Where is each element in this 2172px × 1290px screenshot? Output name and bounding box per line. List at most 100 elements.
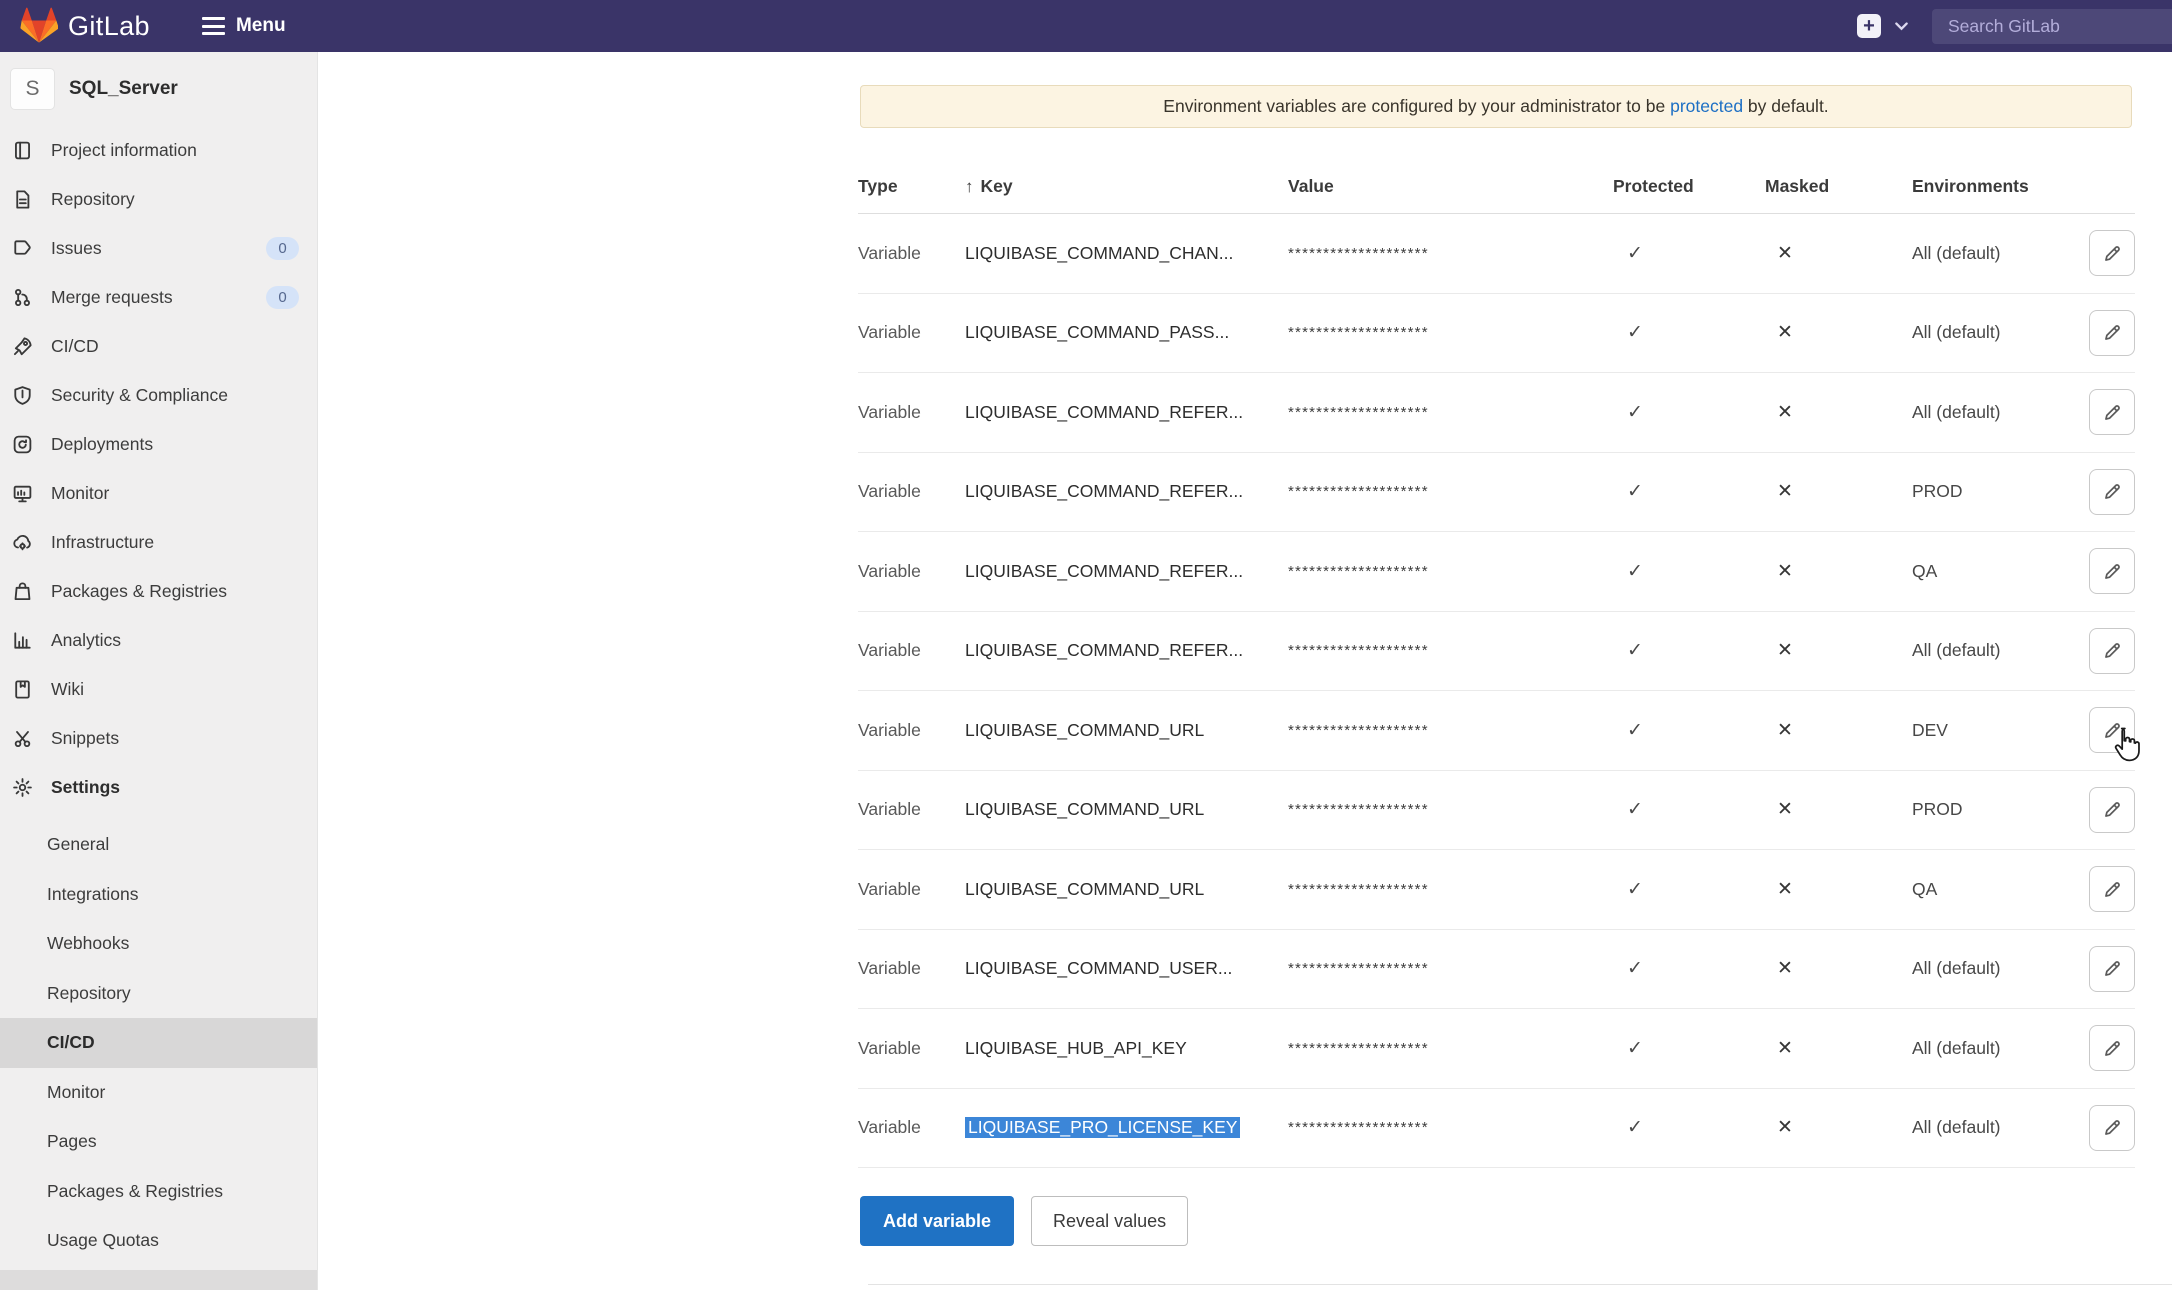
settings-subitem-general[interactable]: General (0, 820, 317, 870)
variable-masked-value: ******************** (1288, 1040, 1613, 1057)
column-header-key[interactable]: ↑Key (965, 176, 1288, 197)
masked-x-icon: ✕ (1765, 1038, 1793, 1059)
project-avatar: S (10, 68, 55, 110)
variable-environment: All (default) (1912, 322, 2077, 343)
reveal-values-button[interactable]: Reveal values (1031, 1196, 1188, 1246)
variable-type: Variable (858, 561, 965, 582)
sidebar-item-label: Issues (51, 238, 102, 259)
edit-variable-button[interactable] (2089, 389, 2135, 435)
project-sidebar: S SQL_Server Project information Reposito… (0, 52, 318, 1290)
security-compliance-icon (12, 385, 33, 406)
gitlab-logo-icon[interactable] (20, 7, 58, 45)
sidebar-item-label: Security & Compliance (51, 385, 228, 406)
protected-check-icon: ✓ (1613, 561, 1643, 582)
settings-subitem-pages[interactable]: Pages (0, 1117, 317, 1167)
hamburger-icon (202, 17, 225, 35)
settings-subitem-repository[interactable]: Repository (0, 969, 317, 1019)
protected-check-icon: ✓ (1613, 402, 1643, 423)
variable-key: LIQUIBASE_COMMAND_REFER... (965, 402, 1288, 423)
variable-masked-value: ******************** (1288, 960, 1613, 977)
edit-variable-button[interactable] (2089, 707, 2135, 753)
sidebar-item-label: CI/CD (51, 336, 99, 357)
sidebar-item-packages-registries[interactable]: Packages & Registries (0, 567, 317, 616)
variable-type: Variable (858, 481, 965, 502)
project-information-icon (12, 140, 33, 161)
variable-key: LIQUIBASE_COMMAND_REFER... (965, 561, 1288, 582)
variable-type: Variable (858, 1038, 965, 1059)
masked-x-icon: ✕ (1765, 879, 1793, 900)
variable-environment: All (default) (1912, 1117, 2077, 1138)
sidebar-item-label: Infrastructure (51, 532, 154, 553)
edit-variable-button[interactable] (2089, 310, 2135, 356)
sort-ascending-icon: ↑ (965, 177, 974, 196)
settings-subitem-webhooks[interactable]: Webhooks (0, 919, 317, 969)
sidebar-item-merge-requests[interactable]: Merge requests 0 (0, 273, 317, 322)
variable-type: Variable (858, 879, 965, 900)
variable-masked-value: ******************** (1288, 563, 1613, 580)
settings-subitem-ci-cd[interactable]: CI/CD (0, 1018, 317, 1068)
variable-key: LIQUIBASE_PRO_LICENSE_KEY (965, 1117, 1288, 1138)
variable-environment: All (default) (1912, 402, 2077, 423)
brand-wordmark: GitLab (68, 11, 150, 42)
settings-subitem-monitor[interactable]: Monitor (0, 1068, 317, 1118)
variable-environment: All (default) (1912, 243, 2077, 264)
sidebar-item-ci-cd[interactable]: CI/CD (0, 322, 317, 371)
protected-check-icon: ✓ (1613, 640, 1643, 661)
add-variable-button[interactable]: Add variable (860, 1196, 1014, 1246)
edit-variable-button[interactable] (2089, 548, 2135, 594)
sidebar-item-wiki[interactable]: Wiki (0, 665, 317, 714)
sidebar-item-repository[interactable]: Repository (0, 175, 317, 224)
sidebar-item-project-information[interactable]: Project information (0, 126, 317, 175)
protected-link[interactable]: protected (1670, 96, 1743, 117)
search-input[interactable] (1932, 9, 2172, 44)
variable-type: Variable (858, 799, 965, 820)
variable-masked-value: ******************** (1288, 404, 1613, 421)
settings-subitem-packages-registries[interactable]: Packages & Registries (0, 1167, 317, 1217)
sidebar-item-label: Project information (51, 140, 197, 161)
sidebar-item-settings[interactable]: Settings (0, 763, 317, 812)
table-header-row: Type ↑Key Value Protected Masked Environ… (858, 160, 2135, 214)
protected-check-icon: ✓ (1613, 322, 1643, 343)
sidebar-item-analytics[interactable]: Analytics (0, 616, 317, 665)
edit-variable-button[interactable] (2089, 946, 2135, 992)
table-row: VariableLIQUIBASE_COMMAND_URL***********… (858, 850, 2135, 930)
table-row: VariableLIQUIBASE_COMMAND_CHAN...*******… (858, 214, 2135, 294)
settings-subitem-integrations[interactable]: Integrations (0, 870, 317, 920)
sidebar-item-label: Merge requests (51, 287, 173, 308)
sidebar-item-security-compliance[interactable]: Security & Compliance (0, 371, 317, 420)
variable-environment: All (default) (1912, 1038, 2077, 1059)
new-item-plus-icon[interactable]: + (1857, 14, 1881, 38)
sidebar-item-deployments[interactable]: Deployments (0, 420, 317, 469)
edit-variable-button[interactable] (2089, 1025, 2135, 1071)
variable-key: LIQUIBASE_COMMAND_URL (965, 799, 1288, 820)
protected-check-icon: ✓ (1613, 799, 1643, 820)
project-header[interactable]: S SQL_Server (0, 52, 317, 126)
edit-variable-button[interactable] (2089, 1105, 2135, 1151)
edit-variable-button[interactable] (2089, 866, 2135, 912)
wiki-icon (12, 679, 33, 700)
edit-variable-button[interactable] (2089, 787, 2135, 833)
sidebar-item-snippets[interactable]: Snippets (0, 714, 317, 763)
project-name: SQL_Server (69, 78, 178, 100)
sidebar-item-infrastructure[interactable]: Infrastructure (0, 518, 317, 567)
sidebar-item-label: Packages & Registries (51, 581, 227, 602)
edit-variable-button[interactable] (2089, 230, 2135, 276)
count-badge: 0 (266, 286, 299, 309)
variable-masked-value: ******************** (1288, 881, 1613, 898)
edit-variable-button[interactable] (2089, 469, 2135, 515)
edit-variable-button[interactable] (2089, 628, 2135, 674)
variable-key: LIQUIBASE_COMMAND_URL (965, 879, 1288, 900)
sidebar-item-issues[interactable]: Issues0 (0, 224, 317, 273)
sidebar-item-monitor[interactable]: Monitor (0, 469, 317, 518)
chevron-down-icon[interactable] (1895, 22, 1908, 31)
settings-subitem-usage-quotas[interactable]: Usage Quotas (0, 1216, 317, 1266)
merge-requests-icon (12, 287, 33, 308)
table-row: VariableLIQUIBASE_COMMAND_URL***********… (858, 691, 2135, 771)
table-row: VariableLIQUIBASE_COMMAND_PASS...*******… (858, 294, 2135, 374)
masked-x-icon: ✕ (1765, 243, 1793, 264)
variable-environment: All (default) (1912, 640, 2077, 661)
sidebar-item-label: Deployments (51, 434, 153, 455)
table-row: VariableLIQUIBASE_COMMAND_REFER...******… (858, 453, 2135, 533)
menu-button[interactable]: Menu (202, 15, 286, 37)
masked-x-icon: ✕ (1765, 1117, 1793, 1138)
